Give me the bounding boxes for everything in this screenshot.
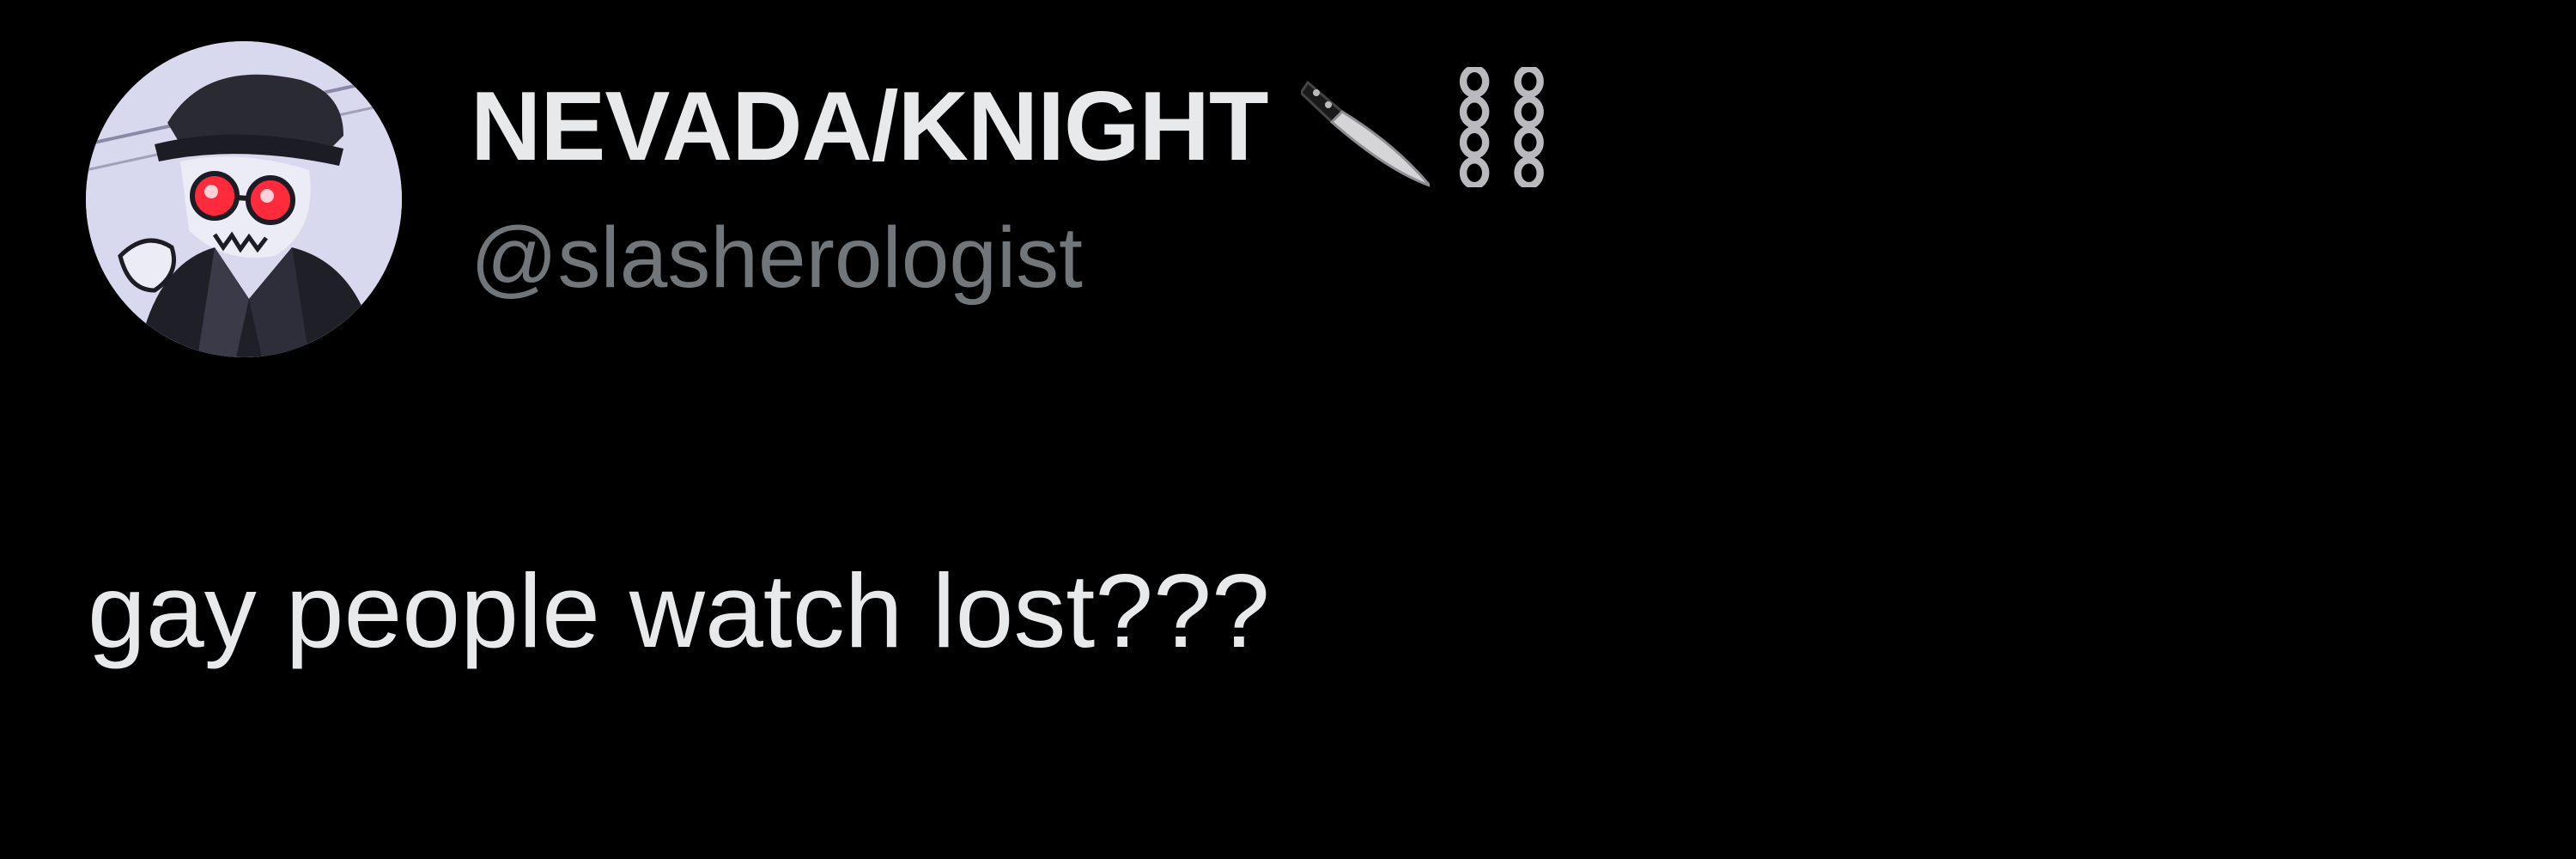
tweet-card: NEVADA/KNIGHT @slasherologist gay people…	[0, 0, 2576, 859]
knife-icon	[1300, 67, 1430, 187]
tweet-text: gay people watch lost???	[88, 552, 1270, 669]
display-name-row: NEVADA/KNIGHT	[471, 67, 1556, 187]
display-name[interactable]: NEVADA/KNIGHT	[471, 78, 1269, 176]
avatar[interactable]	[86, 41, 402, 357]
chain-icon	[1452, 67, 1556, 187]
avatar-illustration	[86, 41, 402, 357]
user-handle[interactable]: @slasherologist	[471, 215, 1083, 301]
